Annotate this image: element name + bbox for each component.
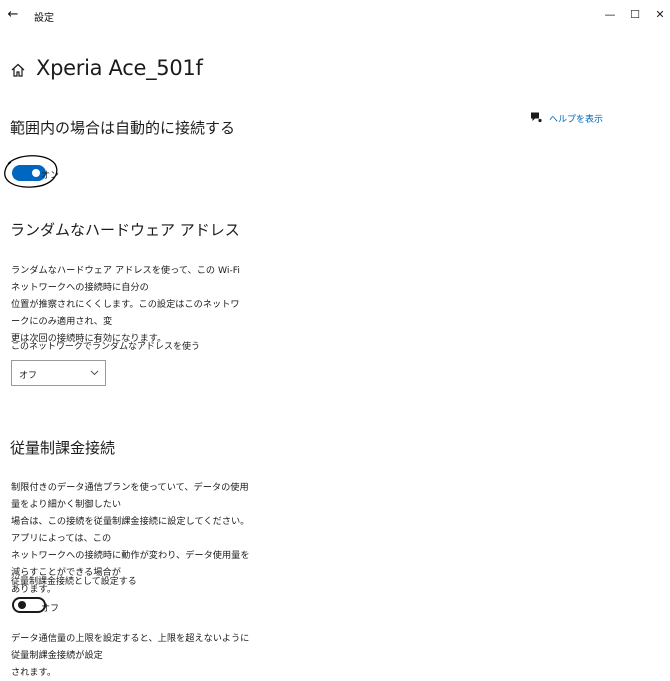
metered-title: 従量制課金接続 bbox=[10, 439, 116, 457]
auto-connect-toggle-state: オン bbox=[41, 171, 60, 181]
auto-connect-title: 範囲内の場合は自動的に接続する bbox=[10, 119, 236, 137]
random-hw-title: ランダムなハードウェア アドレス bbox=[10, 221, 240, 239]
help-chat-icon bbox=[531, 112, 542, 123]
toggle-knob bbox=[18, 601, 26, 609]
minimize-button[interactable]: — bbox=[602, 7, 618, 23]
random-hw-description: ランダムなハードウェア アドレスを使って、この Wi-Fi ネットワークへの接続… bbox=[11, 262, 247, 347]
page-title: Xperia Ace_501f bbox=[36, 56, 203, 80]
title-bar: ← 設定 — ☐ ✕ bbox=[0, 0, 670, 32]
app-title: 設定 bbox=[34, 13, 54, 24]
random-hw-desc-line: 位置が推察されにくくします。この設定はこのネットワークにのみ適用され、変 bbox=[11, 299, 240, 327]
back-arrow-icon[interactable]: ← bbox=[6, 6, 20, 24]
maximize-button[interactable]: ☐ bbox=[627, 7, 643, 23]
metered-desc-line: 制限付きのデータ通信プランを使っていて、データの使用量をより細かく制御したい bbox=[11, 482, 249, 510]
data-limit-line: データ通信量の上限を設定すると、上限を超えないように従量制課金接続が設定 bbox=[11, 633, 250, 661]
dropdown-value: オフ bbox=[19, 371, 38, 381]
metered-toggle-label: 従量制課金接続として設定する bbox=[11, 577, 137, 587]
data-limit-description: データ通信量の上限を設定すると、上限を超えないように従量制課金接続が設定 されま… bbox=[11, 630, 251, 681]
random-hw-desc-line: ランダムなハードウェア アドレスを使って、この Wi-Fi ネットワークへの接続… bbox=[11, 265, 240, 293]
help-label[interactable]: ヘルプを表示 bbox=[549, 112, 603, 125]
metered-desc-line: 場合は、この接続を従量制課金接続に設定してください。アプリによっては、この bbox=[11, 516, 250, 544]
metered-toggle-state: オフ bbox=[41, 604, 60, 614]
close-button[interactable]: ✕ bbox=[652, 7, 668, 23]
toggle-knob bbox=[32, 169, 40, 177]
random-address-label: このネットワークでランダムなアドレスを使う bbox=[11, 342, 201, 352]
chevron-down-icon bbox=[90, 370, 99, 376]
data-limit-line: されます。 bbox=[11, 667, 57, 678]
home-icon bbox=[11, 63, 25, 77]
random-address-dropdown[interactable]: オフ bbox=[11, 360, 106, 386]
